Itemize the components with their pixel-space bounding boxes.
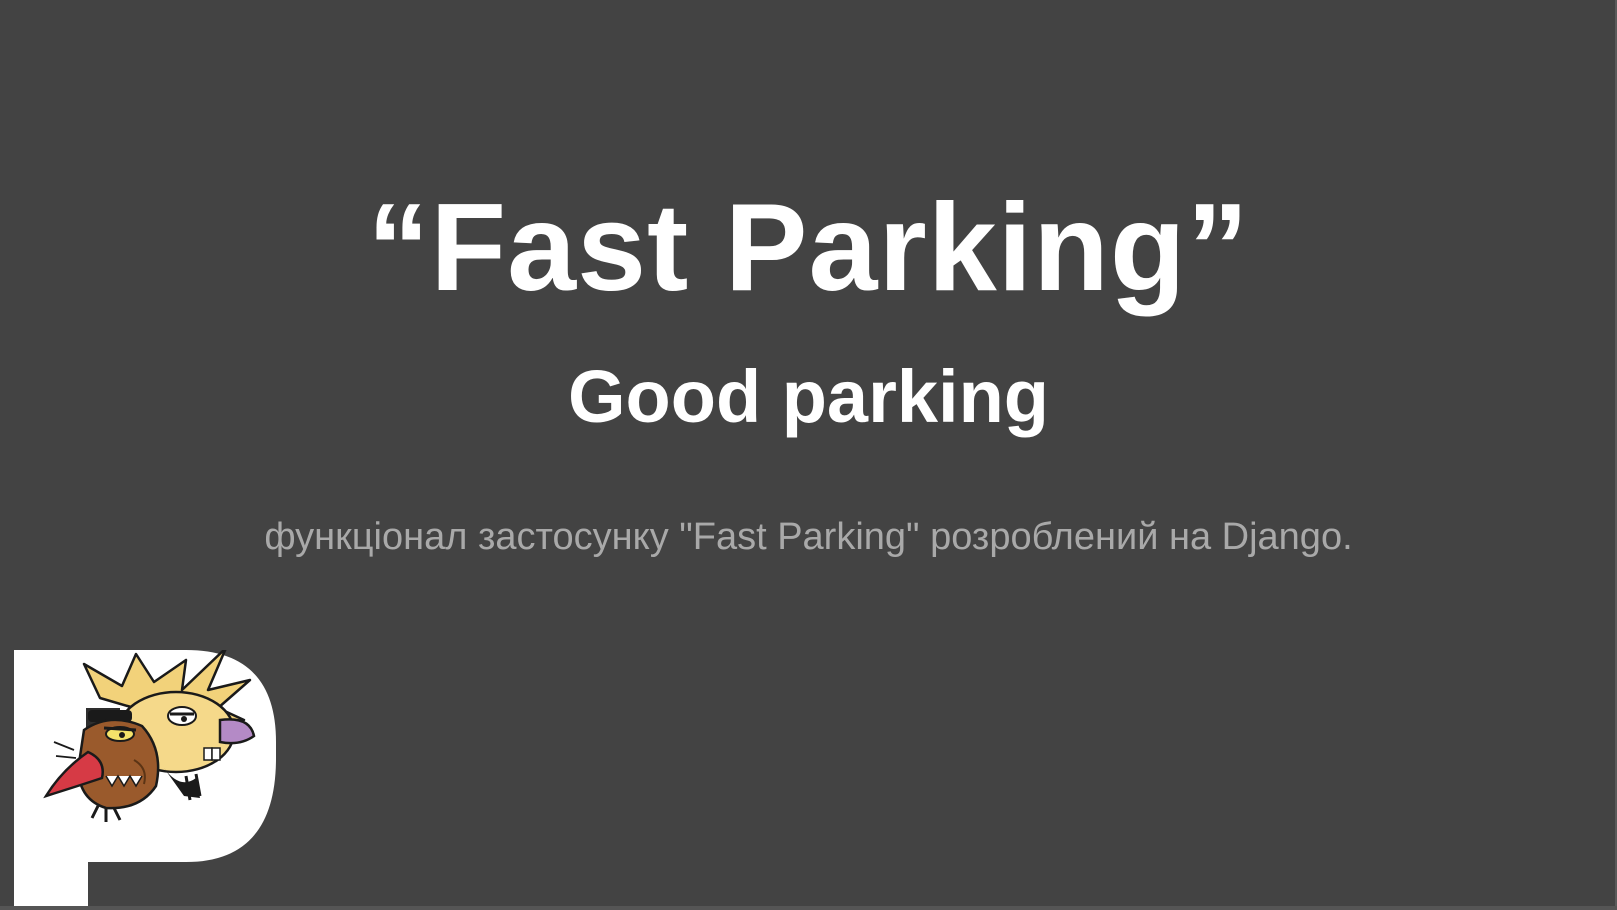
slide-title: “Fast Parking” bbox=[367, 179, 1250, 317]
slide-description: функціонал застосунку "Fast Parking" роз… bbox=[264, 516, 1353, 558]
parking-logo-icon bbox=[14, 650, 276, 906]
presentation-slide: “Fast Parking” Good parking функціонал з… bbox=[0, 0, 1617, 910]
slide-edge-bottom bbox=[0, 906, 1617, 910]
slide-subtitle: Good parking bbox=[568, 355, 1049, 438]
